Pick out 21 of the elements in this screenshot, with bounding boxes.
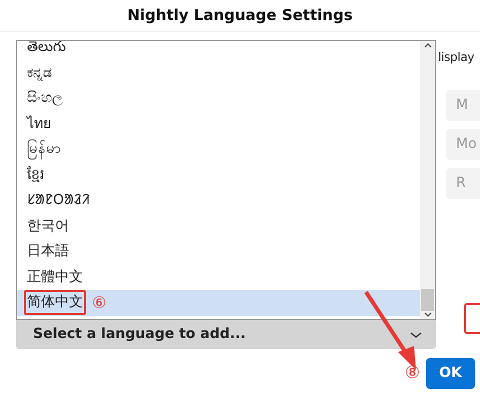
callout-number: ⑧ (404, 362, 420, 385)
language-select[interactable]: Select a language to add... (16, 320, 436, 349)
window-title: Nightly Language Settings (0, 0, 480, 32)
language-option[interactable]: ಕನ್ನಡ (17, 60, 420, 86)
language-option[interactable]: 日本語 (17, 239, 420, 264)
language-option[interactable]: සිංහල (17, 86, 420, 112)
scroll-up-icon[interactable] (422, 41, 432, 49)
description-text: lisplay (438, 49, 476, 66)
language-option[interactable]: ᱥᱟᱱᱛᱟᱲᱤ (17, 188, 420, 214)
language-option[interactable]: 正體中文 (17, 264, 420, 290)
callout-number: ⑥ (92, 292, 106, 314)
language-option[interactable]: 한국어 (17, 214, 420, 239)
ok-button[interactable]: OK (426, 358, 475, 389)
language-option[interactable]: తెలుగు (17, 41, 420, 60)
language-option[interactable]: ខ្មែរ (17, 162, 420, 188)
language-option[interactable]: 简体中文 ⑥ (17, 290, 420, 316)
scroll-thumb[interactable] (421, 289, 434, 311)
language-option[interactable]: မြန်မာ (17, 137, 420, 162)
language-option[interactable]: ไทย (17, 112, 420, 137)
scroll-down-icon[interactable] (422, 311, 432, 319)
chevron-down-icon (410, 330, 422, 338)
